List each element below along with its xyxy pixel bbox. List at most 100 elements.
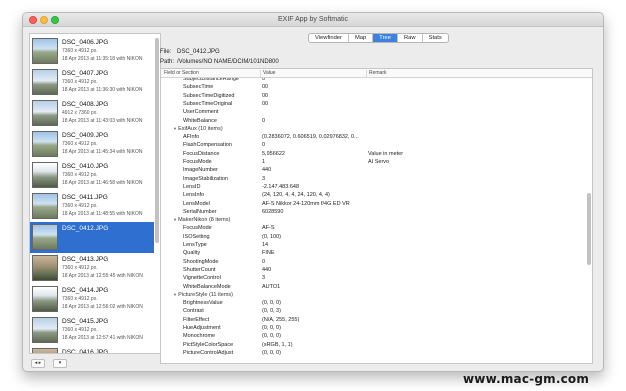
image-list[interactable]: DSC_0406.JPG 7360 x 4912 px. 18 Apr 2013 a…	[29, 33, 161, 354]
tab-tree[interactable]: Tree	[373, 34, 398, 42]
tree-row[interactable]: UserComment	[161, 108, 586, 116]
image-list-item[interactable]: DSC_0415.JPG 7360 x 4912 px. 18 Apr 2013 a…	[30, 315, 154, 346]
tree-row[interactable]: BrightnessValue (0, 0, 0)	[161, 299, 586, 307]
tree-row[interactable]: SubsecTimeOriginal 00	[161, 100, 586, 108]
tree-row[interactable]: ShootingMode 0	[161, 258, 586, 266]
title-bar[interactable]: EXIF App by Softmatic	[23, 13, 603, 27]
image-list-item[interactable]: DSC_0416.JPG7360 x 4912 px.	[30, 346, 154, 354]
tree-row[interactable]: FocusMode 1 AI Servo	[161, 158, 586, 166]
tree-row[interactable]: FocusMode AF-S	[161, 224, 586, 232]
tree-row[interactable]: FocusDistance 5,956622 Value in meter	[161, 150, 586, 158]
tree-row[interactable]: VignetteControl 3	[161, 274, 586, 282]
photo-thumbnail	[32, 286, 58, 312]
image-dimensions: 7360 x 4912 px.	[62, 203, 98, 209]
image-capture-info: 18 Apr 2013 at 11:48:55 with NIKON	[62, 211, 143, 217]
tree-scroll-knob[interactable]	[586, 193, 591, 265]
tree-row[interactable]: ISOSetting (0, 100)	[161, 233, 586, 241]
image-filename: DSC_0406.JPG	[62, 39, 109, 46]
tree-row[interactable]: WhiteBalanceMode AUTO1	[161, 283, 586, 291]
tree-row[interactable]: Monochrome (0, 0, 0)	[161, 332, 586, 340]
path-label: Path:	[160, 59, 175, 65]
field-value: -2.147.483.648	[262, 183, 300, 190]
navigate-button[interactable]: ◂ ▸	[31, 359, 45, 368]
field-value: AUTO1	[262, 283, 281, 290]
photo-thumbnail	[32, 131, 58, 157]
image-list-item[interactable]: DSC_0410.JPG 7360 x 4912 px. 18 Apr 2013 a…	[30, 160, 154, 191]
tree-row[interactable]: ShutterCount 440	[161, 266, 586, 274]
tree-row[interactable]: WhiteBalance 0	[161, 117, 586, 125]
watermark: www.mac-gm.com	[463, 372, 590, 386]
field-name: ShutterCount	[183, 266, 216, 273]
image-dimensions: 7360 x 4912 px.	[62, 296, 98, 302]
field-value: (0, 0, 3)	[262, 308, 281, 315]
image-list-item[interactable]: DSC_0412.JPG	[30, 222, 154, 253]
field-value: 0	[262, 142, 266, 149]
image-filename: DSC_0407.JPG	[62, 70, 109, 77]
path-line: Path:/Volumes/NO NAME/DCIM/101ND800	[160, 59, 279, 65]
exif-tree-view[interactable]: SubjectDistanceRange 0 SubsecTime 00 SubsecT…	[160, 68, 593, 364]
tab-viewfinder[interactable]: Viewfinder	[309, 34, 349, 42]
tree-scrollbar[interactable]	[586, 80, 591, 362]
image-capture-info: 18 Apr 2013 at 11:46:58 with NIKON	[62, 180, 143, 186]
field-name: SubsecTimeOriginal	[183, 100, 233, 107]
tree-row[interactable]: FlashCompensation 0	[161, 141, 586, 149]
column-header-field[interactable]: Field or Section	[164, 70, 199, 76]
field-value: 0	[262, 117, 266, 124]
tree-row[interactable]: Contrast (0, 0, 3)	[161, 307, 586, 315]
tree-row[interactable]: SubsecTimeDigitized 00	[161, 92, 586, 100]
tree-row[interactable]: FilterEffect (N/A, 255, 255)	[161, 316, 586, 324]
field-value: (0, 0, 0)	[262, 325, 281, 331]
tree-row[interactable]: SubsecTime 00	[161, 83, 586, 91]
field-name: ShootingMode	[183, 258, 219, 265]
column-header-value[interactable]: Value	[263, 70, 275, 76]
image-list-item[interactable]: DSC_0406.JPG 7360 x 4912 px. 18 Apr 2013 a…	[30, 36, 154, 67]
tree-row[interactable]: LensType 14	[161, 241, 586, 249]
tree-section-row[interactable]: PictureStyle (11 items)	[161, 291, 586, 299]
field-name: PictureStyle (11 items)	[173, 291, 233, 299]
image-list-item[interactable]: DSC_0409.JPG 7360 x 4912 px. 18 Apr 2013 a…	[30, 129, 154, 160]
tree-row[interactable]: PictureControlAdjust (0, 0, 0)	[161, 349, 586, 357]
tab-stats[interactable]: Stats	[423, 34, 448, 42]
tab-map[interactable]: Map	[349, 34, 374, 42]
field-value: 440	[262, 167, 272, 174]
field-name: VignetteControl	[183, 275, 221, 282]
field-name: HueAdjustment	[183, 325, 221, 331]
field-name: ImageNumber	[183, 167, 218, 174]
scroll-knob[interactable]	[155, 38, 159, 243]
image-list-scrollbar[interactable]	[155, 36, 159, 353]
field-value: 00	[262, 84, 269, 91]
field-name: PictureControlAdjust	[183, 349, 234, 356]
image-list-item[interactable]: DSC_0408.JPG 4912 x 7360 px. 18 Apr 2013 a…	[30, 98, 154, 129]
tree-section-row[interactable]: MakerNikon (8 items)	[161, 216, 586, 224]
app-window: EXIF App by Softmatic DSC_0406.JPG 7360 x…	[22, 12, 604, 372]
image-filename: DSC_0414.JPG	[62, 287, 109, 294]
tree-row[interactable]: LensInfo (24, 120, 4, 4, 24, 120, 4, 4)	[161, 191, 586, 199]
image-dimensions: 4912 x 7360 px.	[62, 110, 98, 116]
field-value: (24, 120, 4, 4, 24, 120, 4, 4)	[262, 192, 330, 199]
tree-row[interactable]: ImageNumber 440	[161, 166, 586, 174]
image-capture-info: 18 Apr 2013 at 12:55:45 with NIKON	[62, 273, 143, 279]
tree-row[interactable]: PictStyleColorSpace (sRGB, 1, 1)	[161, 341, 586, 349]
image-list-item[interactable]: DSC_0414.JPG 7360 x 4912 px. 18 Apr 2013 a…	[30, 284, 154, 315]
field-name: ImageStabilization	[183, 175, 228, 182]
image-filename: DSC_0416.JPG	[62, 349, 109, 354]
column-header-remark[interactable]: Remark	[369, 70, 387, 76]
photo-thumbnail	[32, 38, 58, 64]
tree-row[interactable]: Quality FINE	[161, 249, 586, 257]
tree-row[interactable]: AFInfo (0.2836072, 0.606519, 0.02976832, …	[161, 133, 586, 141]
tree-row[interactable]: SerialNumber 6028590	[161, 208, 586, 216]
tab-raw[interactable]: Raw	[398, 34, 423, 42]
tree-row[interactable]: LensModel AF-S Nikkor 24-120mm f/4G ED VR	[161, 200, 586, 208]
image-list-item[interactable]: DSC_0413.JPG 7360 x 4912 px. 18 Apr 2013 a…	[30, 253, 154, 284]
image-dimensions: 7360 x 4912 px.	[62, 172, 98, 178]
field-name: LensType	[183, 242, 207, 248]
tree-row[interactable]: HueAdjustment (0, 0, 0)	[161, 324, 586, 332]
tree-row[interactable]: ImageStabilization 3	[161, 175, 586, 183]
field-value: (0.2836072, 0.606519, 0.02976832, 0...	[262, 134, 359, 141]
options-dropdown-button[interactable]: ▾	[53, 359, 67, 368]
image-list-item[interactable]: DSC_0407.JPG 7360 x 4912 px. 18 Apr 2013 a…	[30, 67, 154, 98]
image-list-item[interactable]: DSC_0411.JPG 7360 x 4912 px. 18 Apr 2013 a…	[30, 191, 154, 222]
tree-section-row[interactable]: ExifAux (10 items)	[161, 125, 586, 133]
field-value: (sRGB, 1, 1)	[262, 341, 293, 348]
tree-row[interactable]: LensID -2.147.483.648	[161, 183, 586, 191]
